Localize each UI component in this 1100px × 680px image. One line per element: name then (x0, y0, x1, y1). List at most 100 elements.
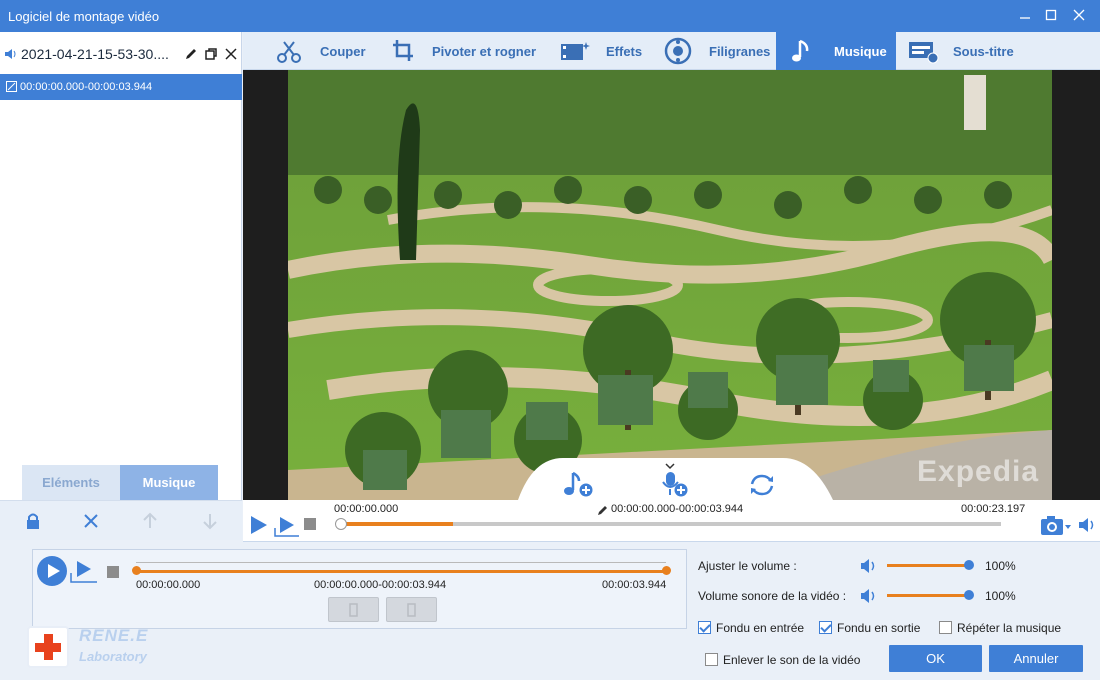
music-range: 00:00:00.000-00:00:03.944 (314, 579, 447, 591)
adjust-volume-handle[interactable] (964, 560, 974, 570)
delete-icon[interactable] (81, 511, 101, 531)
maximize-icon (1045, 9, 1057, 21)
checkbox-box[interactable] (939, 621, 952, 634)
rename-icon[interactable] (183, 46, 199, 62)
music-stop-icon[interactable] (107, 566, 119, 578)
cancel-button[interactable]: Annuler (989, 645, 1083, 672)
checkbox-box[interactable] (698, 621, 711, 634)
tool-label: Pivoter et rogner (432, 44, 537, 59)
music-play-icon[interactable] (36, 555, 68, 587)
adjust-volume-value: 100% (985, 559, 1016, 573)
video-volume-row: Volume sonore de la vidéo : 100% (698, 586, 1098, 606)
ok-button[interactable]: OK (889, 645, 982, 672)
crop-rotate-icon (393, 40, 413, 61)
adjust-volume-slider[interactable] (887, 564, 969, 567)
tab-elements[interactable]: Eléments (22, 465, 120, 500)
move-down-icon[interactable] (200, 511, 220, 531)
file-name: 2021-04-21-15-53-30.... (21, 46, 169, 62)
editing-toolbar: Couper Pivoter et rogner Effets Filigran… (243, 32, 1100, 70)
clip-range: 00:00:00.000-00:00:03.944 (20, 81, 153, 93)
add-voice-icon[interactable] (656, 462, 690, 498)
logo-cross-icon (44, 634, 53, 660)
timeline-track[interactable] (335, 518, 1001, 530)
tool-effets[interactable]: Effets (559, 32, 649, 70)
minimize-button[interactable] (1012, 4, 1038, 28)
lock-icon[interactable] (23, 511, 43, 531)
timeline-end-time: 00:00:23.197 (961, 503, 1026, 515)
stop-icon[interactable] (304, 518, 316, 530)
music-start-handle[interactable] (132, 566, 141, 575)
effects-icon (561, 42, 590, 60)
timeline-start-time: 00:00:00.000 (334, 503, 399, 515)
subtitle-icon (909, 42, 939, 64)
speaker-icon (861, 589, 875, 603)
clip-item[interactable]: 00:00:00.000-00:00:03.944 (0, 74, 242, 100)
move-up-icon[interactable] (140, 511, 160, 531)
music-ruler (136, 562, 666, 563)
add-music-icon[interactable] (561, 470, 595, 498)
tab-music[interactable]: Musique (120, 465, 218, 500)
maximize-button[interactable] (1038, 4, 1064, 28)
tool-pivoter-rogner[interactable]: Pivoter et rogner (389, 32, 549, 70)
tool-label: Filigranes (709, 44, 771, 59)
music-end-time: 00:00:03.944 (602, 579, 667, 591)
music-end-handle[interactable] (662, 566, 671, 575)
marker-start-icon (349, 603, 358, 617)
timeline-handle[interactable] (335, 518, 347, 530)
fade-in-label: Fondu en entrée (716, 621, 805, 635)
edit-icon (598, 506, 607, 515)
video-volume-handle[interactable] (964, 590, 974, 600)
clip-edit-icon (6, 81, 17, 92)
timeline-progress (341, 522, 454, 526)
title-bar: Logiciel de montage vidéo (0, 0, 1100, 32)
side-tools (0, 500, 242, 540)
duplicate-icon[interactable] (203, 46, 219, 62)
tool-label: Sous-titre (953, 44, 1014, 59)
fade-out-label: Fondu en sortie (837, 621, 921, 635)
video-volume-value: 100% (985, 589, 1016, 603)
brand-logo: RENE.E Laboratory (25, 624, 165, 674)
camera-icon[interactable] (1040, 514, 1072, 538)
logo-brand: RENE.E (79, 626, 149, 645)
file-header: 2021-04-21-15-53-30.... (0, 44, 242, 66)
main-timeline: 00:00:00.000 00:00:00.000-00:00:03.944 0… (243, 500, 1100, 542)
speaker-icon (861, 559, 875, 573)
close-icon (1073, 9, 1085, 21)
remove-sound-label: Enlever le son de la vidéo (723, 653, 861, 667)
tool-sous-titre[interactable]: Sous-titre (907, 32, 1027, 70)
play-selection-icon[interactable] (274, 514, 300, 538)
tool-label: Couper (320, 44, 366, 59)
music-icon (792, 39, 809, 62)
preview-overlay (518, 458, 833, 500)
play-icon[interactable] (248, 514, 270, 536)
checkbox-box[interactable] (819, 621, 832, 634)
video-volume-slider[interactable] (887, 594, 969, 597)
replace-icon[interactable] (746, 472, 778, 498)
clip-list-panel: 2021-04-21-15-53-30.... 00:00:00.000-00:… (0, 32, 242, 540)
checkbox-box[interactable] (705, 653, 718, 666)
remove-icon[interactable] (223, 46, 239, 62)
music-play-selection-icon[interactable] (70, 558, 98, 584)
music-start-time: 00:00:00.000 (136, 579, 201, 591)
music-track[interactable] (132, 566, 671, 575)
logo-subtitle: Laboratory (79, 649, 147, 664)
speaker-icon (5, 49, 16, 59)
tool-couper[interactable]: Couper (273, 32, 373, 70)
close-button[interactable] (1066, 4, 1092, 28)
tool-label: Musique (834, 44, 887, 59)
repeat-music-label: Répéter la musique (957, 621, 1062, 635)
video-volume-label: Volume sonore de la vidéo : (698, 589, 847, 603)
video-watermark: Expedia (917, 455, 1040, 488)
volume-icon[interactable] (1078, 516, 1098, 534)
adjust-volume-label: Ajuster le volume : (698, 559, 797, 573)
window-title: Logiciel de montage vidéo (8, 9, 160, 24)
timeline-selection-range: 00:00:00.000-00:00:03.944 (611, 503, 744, 515)
minimize-icon (1020, 17, 1030, 19)
side-tabs: Eléments Musique (22, 465, 218, 500)
marker-end-icon (407, 603, 416, 617)
tool-filigranes[interactable]: Filigranes (663, 32, 771, 70)
watermark-icon (664, 37, 692, 65)
tool-musique[interactable]: Musique (776, 32, 896, 70)
set-end-button[interactable] (386, 597, 437, 622)
set-start-button[interactable] (328, 597, 379, 622)
